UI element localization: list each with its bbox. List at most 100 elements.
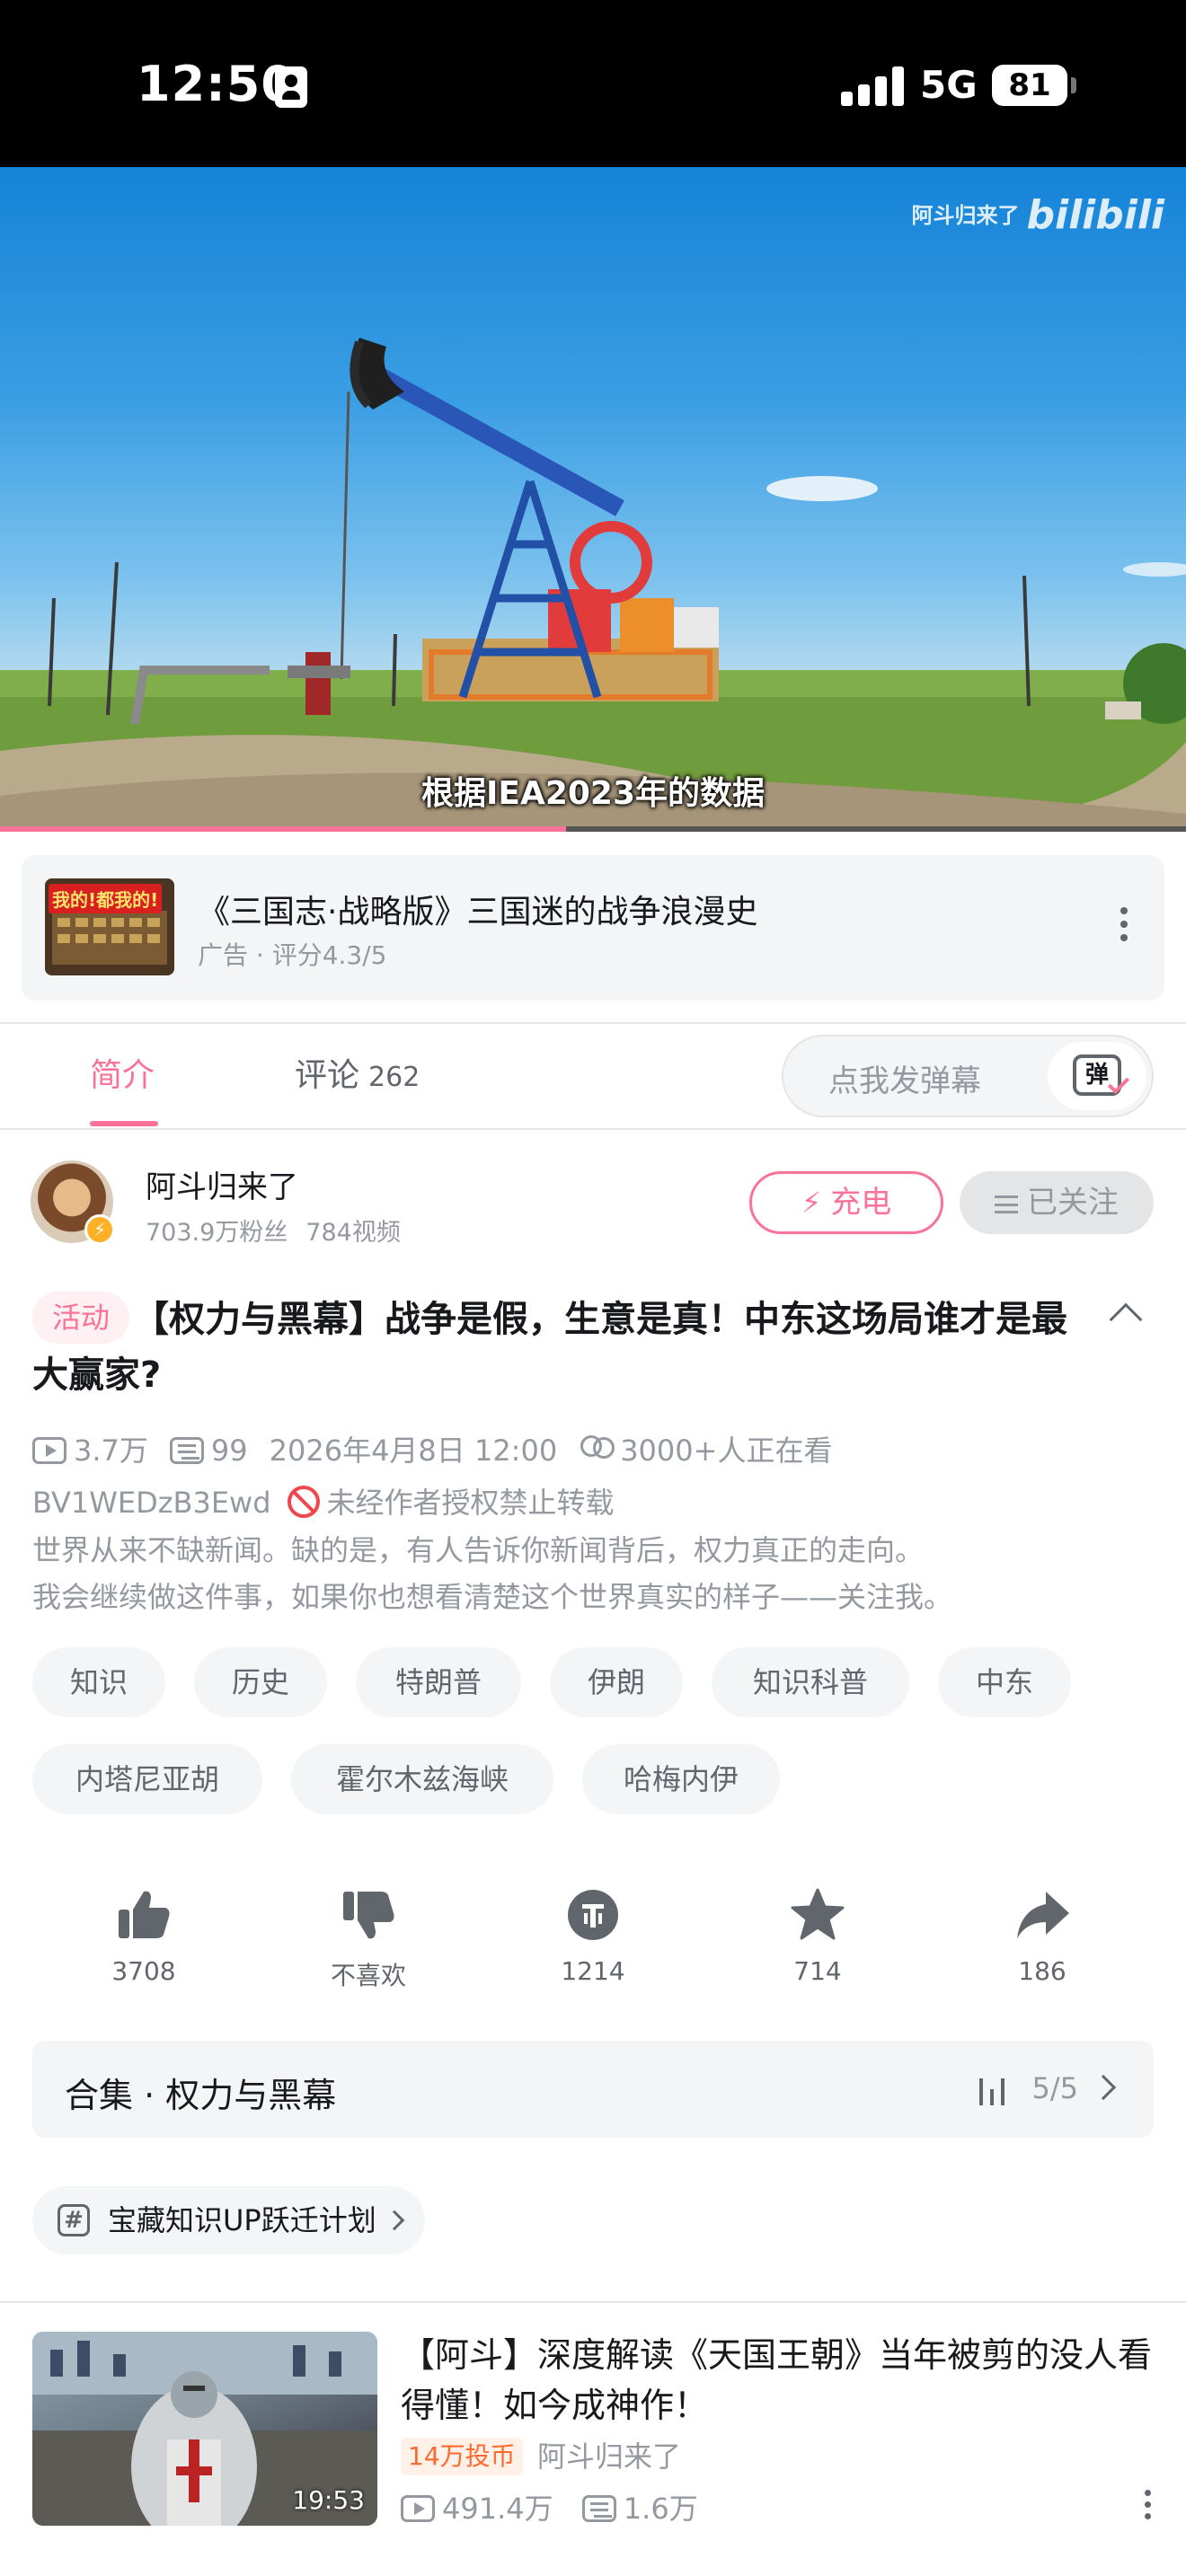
activity-tag[interactable]: 活动 (32, 1292, 130, 1344)
ad-card[interactable]: 我的!都我的! 《三国志·战略版》三国迷的战争浪漫史 广告 · 评分4.3/5 (22, 855, 1164, 1001)
bilibili-watermark: 阿斗归来了 bilibili (912, 192, 1164, 238)
uploader-video-count: 784视频 (305, 1219, 401, 1247)
tag-chip[interactable]: 霍尔木兹海峡 (291, 1744, 553, 1814)
action-bar: 3708 不喜欢 1214 714 186 (0, 1886, 1186, 2003)
video-progress-fill (0, 826, 566, 832)
share-button[interactable]: 186 (952, 1886, 1132, 1986)
share-arrow-icon (1017, 1892, 1069, 1938)
tab-comments-label: 评论 (295, 1057, 360, 1094)
tag-chip[interactable]: 伊朗 (550, 1647, 683, 1717)
ad-thumbnail-caption: 我的!都我的! (49, 884, 163, 913)
video-frame-illustration (0, 338, 1186, 832)
menu-lines-icon (995, 1195, 1018, 1213)
coin-count: 1214 (561, 1956, 625, 1986)
thumbs-down-icon (343, 1892, 394, 1939)
uploader-fans: 703.9万粉丝 (146, 1219, 288, 1247)
coin-icon (568, 1890, 618, 1940)
status-time: 12:50 (137, 56, 296, 112)
follow-button[interactable]: 已关注 (960, 1171, 1154, 1234)
follow-label: 已关注 (1027, 1185, 1119, 1221)
battery-icon: 81 (992, 65, 1067, 106)
recommended-danmaku: 1.6万 (623, 2492, 698, 2526)
recommended-author[interactable]: 阿斗归来了 (537, 2438, 681, 2475)
video-description: 世界从来不缺新闻。缺的是，有人告诉你新闻背后，权力真正的走向。 我会继续做这件事… (32, 1527, 1164, 1620)
uploader-name[interactable]: 阿斗归来了 (146, 1162, 298, 1206)
hashtag-icon: # (58, 2204, 90, 2236)
video-progress-bar[interactable] (0, 826, 1186, 832)
video-title: 活动 【权力与黑幕】战争是假，生意是真！中东这场局谁才是最大赢家? (32, 1292, 1093, 1403)
play-count-icon (32, 1437, 66, 1464)
lightning-icon: ⚡ (801, 1186, 822, 1220)
publish-date: 2026年4月8日 12:00 (269, 1434, 558, 1468)
ad-thumbnail: 我的!都我的! (45, 878, 174, 975)
video-meta: 3.7万 99 2026年4月8日 12:00 3000+人正在看 (32, 1428, 854, 1469)
description-line: 世界从来不缺新闻。缺的是，有人告诉你新闻背后，权力真正的走向。 (32, 1533, 925, 1567)
coin-button[interactable]: 1214 (503, 1886, 683, 1986)
danmaku-count: 99 (210, 1434, 248, 1468)
ad-more-icon[interactable] (1120, 907, 1128, 947)
collection-title: 合集 · 权力与黑幕 (65, 2076, 337, 2115)
watching-icon (579, 1435, 615, 1464)
collection-progress: 5/5 (1031, 2071, 1079, 2105)
danmu-toggle-button[interactable]: 弹 (1048, 1042, 1146, 1110)
contact-card-icon (275, 66, 307, 108)
like-count: 3708 (111, 1956, 176, 1986)
status-bar: 12:50 5G 81 (0, 0, 1186, 167)
charge-button[interactable]: ⚡ 充电 (749, 1171, 943, 1234)
tab-active-indicator (90, 1121, 158, 1126)
danmu-input[interactable]: 点我发弹幕 弹 (782, 1035, 1154, 1117)
battery-tip (1071, 77, 1076, 93)
recommended-views: 491.4万 (442, 2492, 553, 2526)
recommended-stats: 491.4万 1.6万 (401, 2486, 698, 2527)
bvid[interactable]: BV1WEDzB3Ewd (32, 1486, 271, 1520)
view-count: 3.7万 (74, 1434, 148, 1468)
danmaku-count-icon (581, 2495, 616, 2522)
tab-intro[interactable]: 简介 (90, 1049, 155, 1096)
cellular-signal-icon (841, 66, 904, 106)
more-options-icon[interactable] (1143, 2490, 1152, 2526)
collection-card[interactable]: 合集 · 权力与黑幕 5/5 (32, 2041, 1154, 2138)
watermark-uploader: 阿斗归来了 (911, 203, 1020, 228)
play-count-icon (401, 2495, 435, 2522)
video-player[interactable]: 阿斗归来了 bilibili 根据IEA2023年的数据 (0, 167, 1186, 832)
video-duration: 19:53 (292, 2485, 365, 2515)
tab-comments[interactable]: 评论 262 (295, 1049, 420, 1096)
star-icon (791, 1888, 845, 1940)
tag-chip[interactable]: 特朗普 (356, 1647, 521, 1717)
chevron-right-icon (384, 2210, 405, 2231)
coin-badge: 14万投币 (401, 2438, 523, 2475)
ad-title: 《三国志·战略版》三国迷的战争浪漫史 (198, 894, 758, 931)
watching-count: 3000+人正在看 (620, 1434, 833, 1468)
verified-badge-icon: ⚡ (84, 1214, 115, 1245)
video-title-text: 【权力与黑幕】战争是假，生意是真！中东这场局谁才是最大赢家? (32, 1299, 1068, 1396)
tag-chip[interactable]: 知识科普 (712, 1647, 909, 1717)
recommended-thumbnail[interactable]: 19:53 (32, 2332, 377, 2526)
ad-subtitle: 广告 · 评分4.3/5 (198, 940, 387, 970)
video-subtitle: 根据IEA2023年的数据 (420, 775, 766, 812)
tag-chip[interactable]: 知识 (32, 1647, 165, 1717)
copyright-notice: 未经作者授权禁止转载 (326, 1486, 615, 1520)
thumbs-up-icon (119, 1891, 170, 1938)
divider (0, 2301, 1186, 2303)
tag-chip[interactable]: 内塔尼亚胡 (32, 1744, 262, 1814)
collapse-chevron-icon[interactable] (1109, 1302, 1143, 1337)
watermark-logo: bilibili (1026, 192, 1164, 238)
favorite-button[interactable]: 714 (728, 1886, 907, 1986)
like-button[interactable]: 3708 (54, 1886, 234, 1986)
tag-chip[interactable]: 哈梅内伊 (582, 1744, 780, 1814)
up-plan-chip[interactable]: # 宝藏知识UP跃迁计划 (32, 2186, 425, 2254)
share-count: 186 (1018, 1956, 1067, 1986)
tag-chip[interactable]: 历史 (194, 1647, 327, 1717)
description-line: 我会继续做这件事，如果你也想看清楚这个世界真实的样子——关注我。 (32, 1580, 953, 1614)
divider (0, 1128, 1186, 1130)
dislike-label: 不喜欢 (330, 1961, 406, 1990)
dislike-button[interactable]: 不喜欢 (279, 1886, 458, 1992)
tag-chip[interactable]: 中东 (938, 1647, 1071, 1717)
plan-label: 宝藏知识UP跃迁计划 (108, 2203, 376, 2237)
comment-count: 262 (368, 1062, 420, 1093)
danmaku-count-icon (169, 1437, 204, 1464)
recommended-title[interactable]: 【阿斗】深度解读《天国王朝》当年被剪的没人看得懂！如今成神作！ (401, 2330, 1164, 2430)
danmu-placeholder: 点我发弹幕 (828, 1063, 981, 1099)
no-repost-icon (287, 1486, 320, 1518)
chevron-right-icon (1090, 2074, 1117, 2101)
